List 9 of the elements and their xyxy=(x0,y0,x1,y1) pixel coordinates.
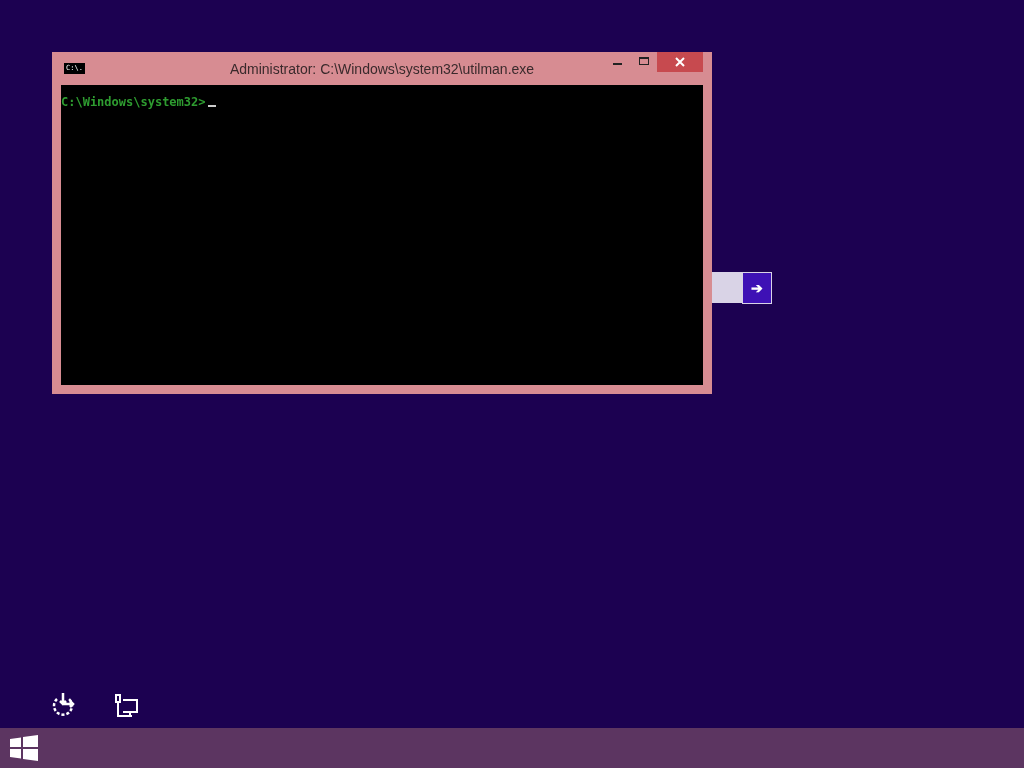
close-button[interactable] xyxy=(657,52,703,72)
console-area[interactable]: C:\Windows\system32> xyxy=(61,85,703,385)
windows-logo-icon[interactable] xyxy=(10,735,38,761)
window-title: Administrator: C:\Windows\system32\utilman.exe xyxy=(229,60,535,77)
console-prompt: C:\Windows\system32> xyxy=(61,95,206,109)
ease-of-access-icon[interactable] xyxy=(50,692,76,718)
submit-button[interactable]: ➔ xyxy=(742,272,772,304)
password-field[interactable] xyxy=(712,272,742,303)
network-icon[interactable] xyxy=(115,694,139,718)
